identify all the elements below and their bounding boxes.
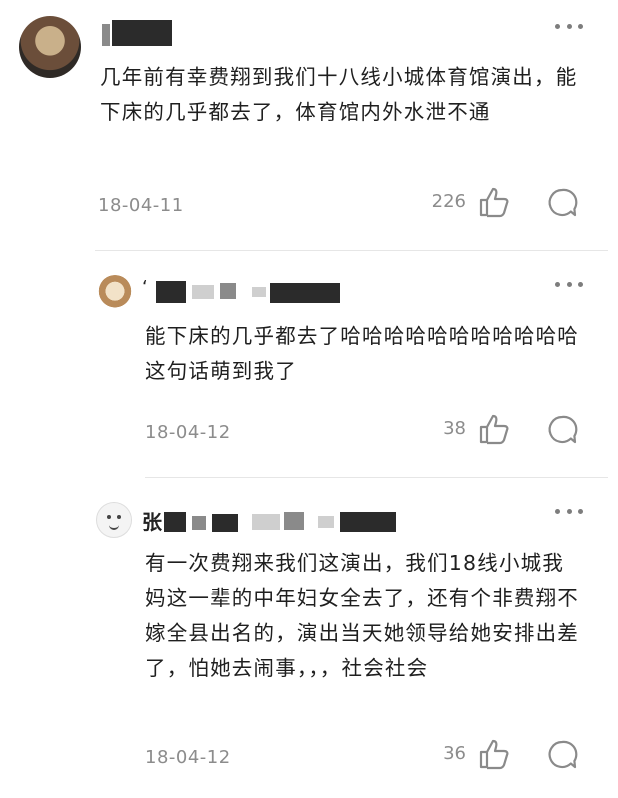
thumbs-up-icon[interactable] — [478, 186, 512, 218]
comment-item: 张 有一次费翔来我们这演出，我们18线小城我妈这一辈的中年妇女全去了，还有个非费… — [0, 478, 618, 798]
comment-date: 18-04-11 — [98, 195, 184, 216]
username-visible: 张 — [142, 510, 162, 534]
comment-text: 有一次费翔来我们这演出，我们18线小城我妈这一辈的中年妇女全去了，还有个非费翔不… — [145, 551, 579, 680]
avatar[interactable] — [96, 502, 132, 538]
comment-date: 18-04-12 — [145, 747, 231, 768]
comment-item: 几年前有幸费翔到我们十八线小城体育馆演出，能下床的几乎都去了，体育馆内外水泄不通… — [0, 0, 618, 250]
more-dots-icon[interactable] — [555, 279, 583, 289]
username-redacted[interactable]: ‘ — [142, 277, 362, 305]
comment-item: ‘ 能下床的几乎都去了哈哈哈哈哈哈哈哈哈哈哈这句话萌到我了 18-04-12 3… — [0, 251, 618, 477]
comment-date: 18-04-12 — [145, 422, 231, 443]
username-redacted[interactable]: 张 — [142, 506, 412, 534]
more-dots-icon[interactable] — [555, 21, 583, 31]
avatar[interactable] — [19, 16, 81, 78]
more-dots-icon[interactable] — [555, 506, 583, 516]
thumbs-up-icon[interactable] — [478, 738, 512, 770]
comment-bubble-icon[interactable] — [546, 414, 578, 446]
username-redacted[interactable] — [102, 20, 182, 48]
comment-text: 几年前有幸费翔到我们十八线小城体育馆演出，能下床的几乎都去了，体育馆内外水泄不通 — [100, 65, 578, 124]
like-count: 36 — [443, 743, 466, 764]
like-count: 226 — [431, 191, 466, 212]
username-visible: ‘ — [142, 277, 148, 298]
comment-text: 能下床的几乎都去了哈哈哈哈哈哈哈哈哈哈哈这句话萌到我了 — [145, 324, 579, 383]
like-count: 38 — [443, 418, 466, 439]
comment-bubble-icon[interactable] — [546, 739, 578, 771]
comment-bubble-icon[interactable] — [546, 187, 578, 219]
avatar[interactable] — [97, 275, 133, 311]
thumbs-up-icon[interactable] — [478, 413, 512, 445]
